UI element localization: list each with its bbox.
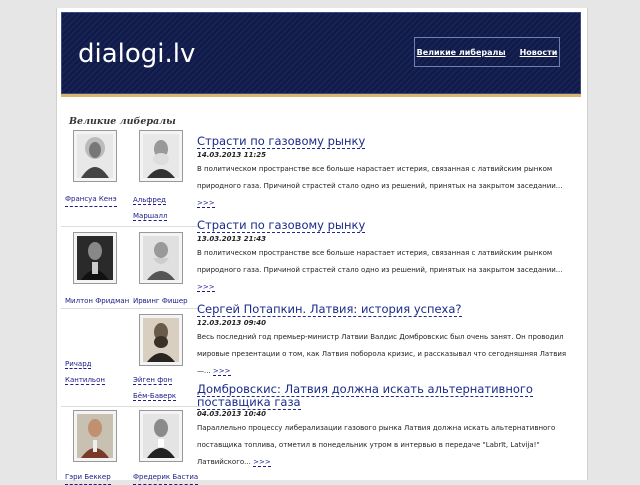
portrait-icon[interactable] xyxy=(139,410,183,462)
article-excerpt-text: Параллельно процессу либерализации газов… xyxy=(197,424,556,466)
sidebar-person-becker[interactable] xyxy=(63,410,131,462)
news-article: Страсти по газовому рынку 14.03.2013 11:… xyxy=(197,130,569,212)
news-article: Сергей Потапкин. Латвия: история успеха?… xyxy=(197,298,569,380)
site-logo-title[interactable]: dialogi.lv xyxy=(78,39,195,69)
sidebar-person-friedman[interactable] xyxy=(63,232,131,284)
article-title[interactable]: Страсти по газовому рынку xyxy=(197,134,366,149)
sidebar-divider xyxy=(61,226,201,227)
read-more-link[interactable]: >>> xyxy=(197,199,215,208)
article-date: 14.03.2013 11:25 xyxy=(197,151,267,159)
sidebar-person-name[interactable]: Фредерик Бастиа xyxy=(133,470,199,485)
article-date: 12.03.2013 09:40 xyxy=(197,319,267,327)
article-title[interactable]: Страсти по газовому рынку xyxy=(197,218,366,233)
sidebar-person-bohm-bawerk[interactable] xyxy=(129,314,197,366)
article-excerpt-text: В политическом пространстве все больше н… xyxy=(197,165,563,190)
portrait-icon[interactable] xyxy=(73,232,117,284)
sidebar-person-name-text[interactable]: Эйген фон Бём-Баверк xyxy=(133,376,177,401)
article-excerpt: Параллельно процессу либерализации газов… xyxy=(197,420,569,471)
sidebar-divider xyxy=(61,406,201,407)
sidebar-person-name[interactable]: Милтон Фридман xyxy=(65,294,130,309)
article-date: 04.03.2013 10:40 xyxy=(197,410,267,418)
sidebar-person-fisher[interactable] xyxy=(129,232,197,284)
portrait-icon[interactable] xyxy=(73,130,117,182)
news-article: Страсти по газовому рынку 13.03.2013 21:… xyxy=(197,214,569,296)
article-title[interactable]: Сергей Потапкин. Латвия: история успеха? xyxy=(197,302,462,317)
sidebar-person-quesnay[interactable] xyxy=(63,130,131,182)
sidebar-person-name[interactable]: Ирвинг Фишер xyxy=(133,294,188,309)
sidebar-person-name[interactable]: Ричард Кантильон xyxy=(65,356,105,388)
article-excerpt-text: В политическом пространстве все больше н… xyxy=(197,249,563,274)
article-title-wrap: Страсти по газовому рынку xyxy=(197,130,569,149)
portrait-icon[interactable] xyxy=(73,410,117,462)
nav-link-great-liberals[interactable]: Великие либералы xyxy=(417,48,506,57)
portrait-icon[interactable] xyxy=(139,314,183,366)
news-article: Домбровскис: Латвия должна искать альтер… xyxy=(197,382,569,471)
article-title[interactable]: Домбровскис: Латвия должна искать альтер… xyxy=(197,382,533,410)
read-more-link[interactable]: >>> xyxy=(212,367,231,376)
sidebar-person-marshall[interactable] xyxy=(129,130,197,182)
sidebar-person-bastiat[interactable] xyxy=(129,410,197,462)
sidebar-person-name-text[interactable]: Ричард Кантильон xyxy=(65,360,105,385)
sidebar-person-name[interactable]: Гэри Беккер xyxy=(65,470,111,485)
sidebar-person-name[interactable]: Франсуа Кенэ xyxy=(65,192,117,207)
article-excerpt-text: Весь последний год премьер-министр Латви… xyxy=(197,333,567,375)
sidebar-person-name-text[interactable]: Альфред Маршалл xyxy=(133,196,168,221)
sidebar-divider xyxy=(61,308,201,309)
portrait-icon[interactable] xyxy=(139,232,183,284)
page-container: dialogi.lv Великие либералы Новости Вели… xyxy=(56,8,588,485)
sidebar-person-name[interactable]: Эйген фон Бём-Баверк xyxy=(133,372,179,404)
site-header: dialogi.lv Великие либералы Новости xyxy=(61,12,581,94)
article-title-wrap: Домбровскис: Латвия должна искать альтер… xyxy=(197,382,569,410)
article-title-wrap: Сергей Потапкин. Латвия: история успеха? xyxy=(197,298,569,317)
article-title-wrap: Страсти по газовому рынку xyxy=(197,214,569,233)
article-excerpt: В политическом пространстве все больше н… xyxy=(197,161,569,212)
nav-link-news[interactable]: Новости xyxy=(520,48,558,57)
portrait-icon[interactable] xyxy=(139,130,183,182)
sidebar-title: Великие либералы xyxy=(69,116,176,127)
read-more-link[interactable]: >>> xyxy=(253,458,271,467)
article-date: 13.03.2013 21:43 xyxy=(197,235,267,243)
header-accent-line xyxy=(61,94,581,97)
sidebar-person-name[interactable]: Альфред Маршалл xyxy=(133,192,171,224)
article-excerpt: В политическом пространстве все больше н… xyxy=(197,245,569,296)
read-more-link[interactable]: >>> xyxy=(197,283,215,292)
top-navigation: Великие либералы Новости xyxy=(414,37,560,67)
article-excerpt: Весь последний год премьер-министр Латви… xyxy=(197,329,569,380)
